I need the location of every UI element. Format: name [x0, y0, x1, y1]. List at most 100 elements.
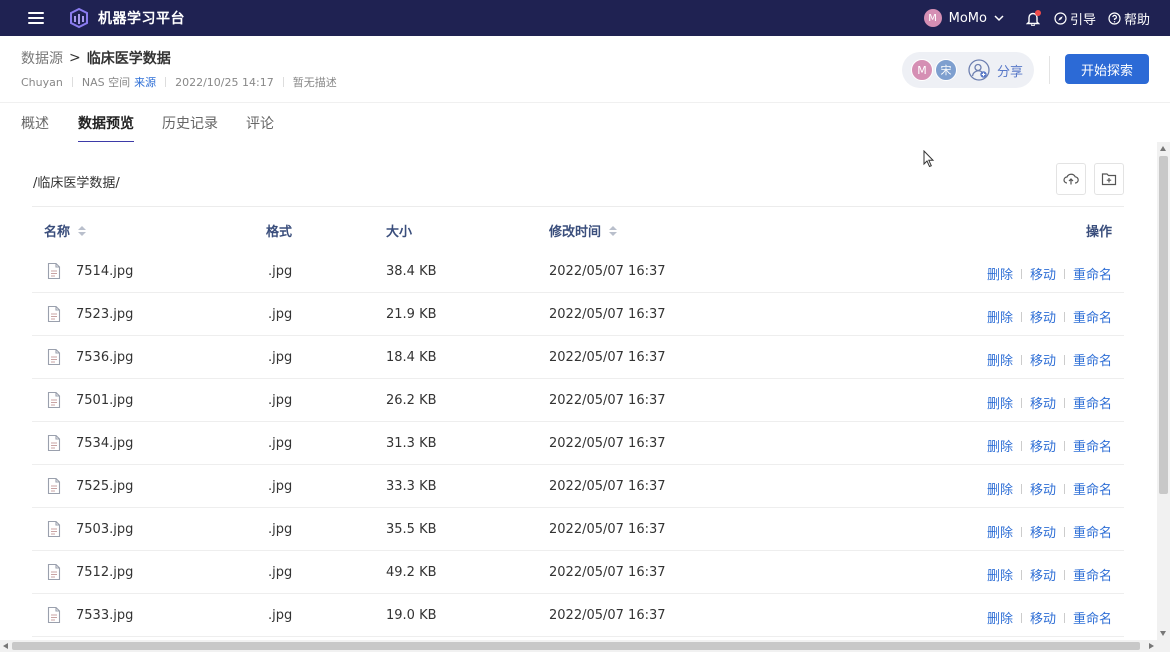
add-user-icon[interactable] [968, 59, 990, 81]
delete-button[interactable]: 删除 [987, 393, 1013, 412]
file-format: .jpg [268, 522, 293, 537]
file-name[interactable]: 7534.jpg [76, 436, 133, 451]
delete-button[interactable]: 删除 [987, 350, 1013, 369]
move-button[interactable]: 移动 [1030, 479, 1056, 498]
rename-button[interactable]: 重命名 [1073, 307, 1112, 326]
table-row[interactable]: 7503.jpg .jpg 35.5 KB 2022/05/07 16:37 删除 移动重… [32, 508, 1124, 551]
tab-overview[interactable]: 概述 [21, 113, 49, 143]
user-name: MoMo [948, 10, 987, 26]
delete-button[interactable]: 删除 [987, 522, 1013, 541]
notification-bell-icon[interactable] [1024, 9, 1042, 27]
move-button[interactable]: 移动 [1030, 393, 1056, 412]
rename-button[interactable]: 重命名 [1073, 436, 1112, 455]
move-button[interactable]: 移动 [1030, 565, 1056, 584]
file-name[interactable]: 7525.jpg [76, 479, 133, 494]
table-row[interactable]: 7501.jpg .jpg 26.2 KB 2022/05/07 16:37 删除 移动重… [32, 379, 1124, 422]
rename-button[interactable]: 重命名 [1073, 264, 1112, 283]
start-explore-button[interactable]: 开始探索 [1065, 54, 1149, 84]
move-button[interactable]: 移动 [1030, 436, 1056, 455]
file-name[interactable]: 7503.jpg [76, 522, 133, 537]
share-button[interactable]: 分享 [997, 61, 1023, 80]
table-row[interactable]: 7534.jpg .jpg 31.3 KB 2022/05/07 16:37 删除 移动重… [32, 422, 1124, 465]
move-button[interactable]: 移动 [1030, 608, 1056, 627]
scroll-left-icon[interactable] [3, 643, 8, 649]
scroll-up-icon[interactable] [1160, 146, 1166, 151]
tab-comments[interactable]: 评论 [246, 113, 274, 143]
file-name[interactable]: 7523.jpg [76, 307, 133, 322]
table-row[interactable]: 7512.jpg .jpg 49.2 KB 2022/05/07 16:37 删除 移动重… [32, 551, 1124, 594]
move-button[interactable]: 移动 [1030, 264, 1056, 283]
file-format: .jpg [268, 393, 293, 408]
move-button[interactable]: 移动 [1030, 350, 1056, 369]
scrollbar-thumb[interactable] [1159, 156, 1168, 494]
menu-icon[interactable] [28, 12, 44, 24]
action-divider [1020, 483, 1022, 494]
new-folder-button[interactable] [1094, 163, 1124, 195]
scrollbar-thumb[interactable] [12, 642, 1140, 650]
sort-icon[interactable] [78, 225, 87, 236]
table-row[interactable]: 7523.jpg .jpg 21.9 KB 2022/05/07 16:37 删除 移动重… [32, 293, 1124, 336]
delete-button[interactable]: 删除 [987, 307, 1013, 326]
delete-button[interactable]: 删除 [987, 565, 1013, 584]
rename-button[interactable]: 重命名 [1073, 522, 1112, 541]
upload-button[interactable] [1056, 163, 1086, 195]
move-button[interactable]: 移动 [1030, 307, 1056, 326]
file-size: 26.2 KB [386, 393, 437, 408]
file-icon [47, 262, 61, 280]
file-name[interactable]: 7536.jpg [76, 350, 133, 365]
dataset-tabs: 概述 数据预览 历史记录 评论 [0, 102, 1170, 143]
scroll-right-icon[interactable] [1149, 643, 1154, 649]
guide-link[interactable]: 引导 [1054, 9, 1096, 28]
mouse-cursor-icon [923, 150, 935, 168]
file-name[interactable]: 7533.jpg [76, 608, 133, 623]
platform-logo-icon[interactable] [68, 7, 90, 29]
table-row[interactable]: 7536.jpg .jpg 18.4 KB 2022/05/07 16:37 删除 移动重… [32, 336, 1124, 379]
file-icon [47, 563, 61, 581]
column-header-name[interactable]: 名称 [44, 221, 87, 240]
rename-button[interactable]: 重命名 [1073, 479, 1112, 498]
delete-button[interactable]: 删除 [987, 436, 1013, 455]
action-divider [1020, 569, 1022, 580]
tab-data-preview[interactable]: 数据预览 [78, 113, 134, 143]
file-list: 7514.jpg .jpg 38.4 KB 2022/05/07 16:37 删除 移动重… [32, 250, 1124, 637]
action-divider [1020, 440, 1022, 451]
table-row[interactable]: 7525.jpg .jpg 33.3 KB 2022/05/07 16:37 删除 移动重… [32, 465, 1124, 508]
vertical-scrollbar[interactable] [1157, 142, 1170, 640]
table-row[interactable]: 7514.jpg .jpg 38.4 KB 2022/05/07 16:37 删除 移动重… [32, 250, 1124, 293]
rename-button[interactable]: 重命名 [1073, 393, 1112, 412]
cloud-upload-icon [1063, 173, 1079, 185]
file-icon [47, 477, 61, 495]
file-name[interactable]: 7514.jpg [76, 264, 133, 279]
collaborator-avatar[interactable]: 宋 [935, 59, 957, 81]
breadcrumb-current: 临床医学数据 [86, 51, 171, 67]
file-name[interactable]: 7501.jpg [76, 393, 133, 408]
dataset-meta: Chuyan NAS 空间 来源 2022/10/25 14:17 暂无描述 [21, 74, 337, 90]
scroll-down-icon[interactable] [1160, 631, 1166, 636]
rename-button[interactable]: 重命名 [1073, 608, 1112, 627]
delete-button[interactable]: 删除 [987, 608, 1013, 627]
app-title[interactable]: 机器学习平台 [98, 8, 185, 28]
collaborator-avatar[interactable]: M [911, 59, 933, 81]
delete-button[interactable]: 删除 [987, 479, 1013, 498]
delete-button[interactable]: 删除 [987, 264, 1013, 283]
help-link[interactable]: 帮助 [1108, 9, 1150, 28]
rename-button[interactable]: 重命名 [1073, 565, 1112, 584]
tab-history[interactable]: 历史记录 [162, 113, 218, 143]
action-divider [1020, 526, 1022, 537]
file-name[interactable]: 7512.jpg [76, 565, 133, 580]
source-link[interactable]: 来源 [134, 74, 156, 90]
breadcrumb-datasource[interactable]: 数据源 [21, 48, 63, 68]
move-button[interactable]: 移动 [1030, 522, 1056, 541]
sort-icon[interactable] [609, 225, 618, 236]
file-icon [47, 606, 61, 624]
file-size: 38.4 KB [386, 264, 437, 279]
horizontal-scrollbar[interactable] [0, 640, 1170, 652]
rename-button[interactable]: 重命名 [1073, 350, 1112, 369]
file-modified-time: 2022/05/07 16:37 [549, 436, 666, 451]
column-header-modified[interactable]: 修改时间 [549, 221, 618, 240]
user-menu[interactable]: M MoMo [923, 9, 1004, 27]
table-row[interactable]: 7533.jpg .jpg 19.0 KB 2022/05/07 16:37 删除 移动重… [32, 594, 1124, 637]
column-label: 格式 [266, 225, 293, 240]
share-panel[interactable]: M 宋 分享 [902, 52, 1034, 88]
action-divider [1063, 612, 1065, 623]
